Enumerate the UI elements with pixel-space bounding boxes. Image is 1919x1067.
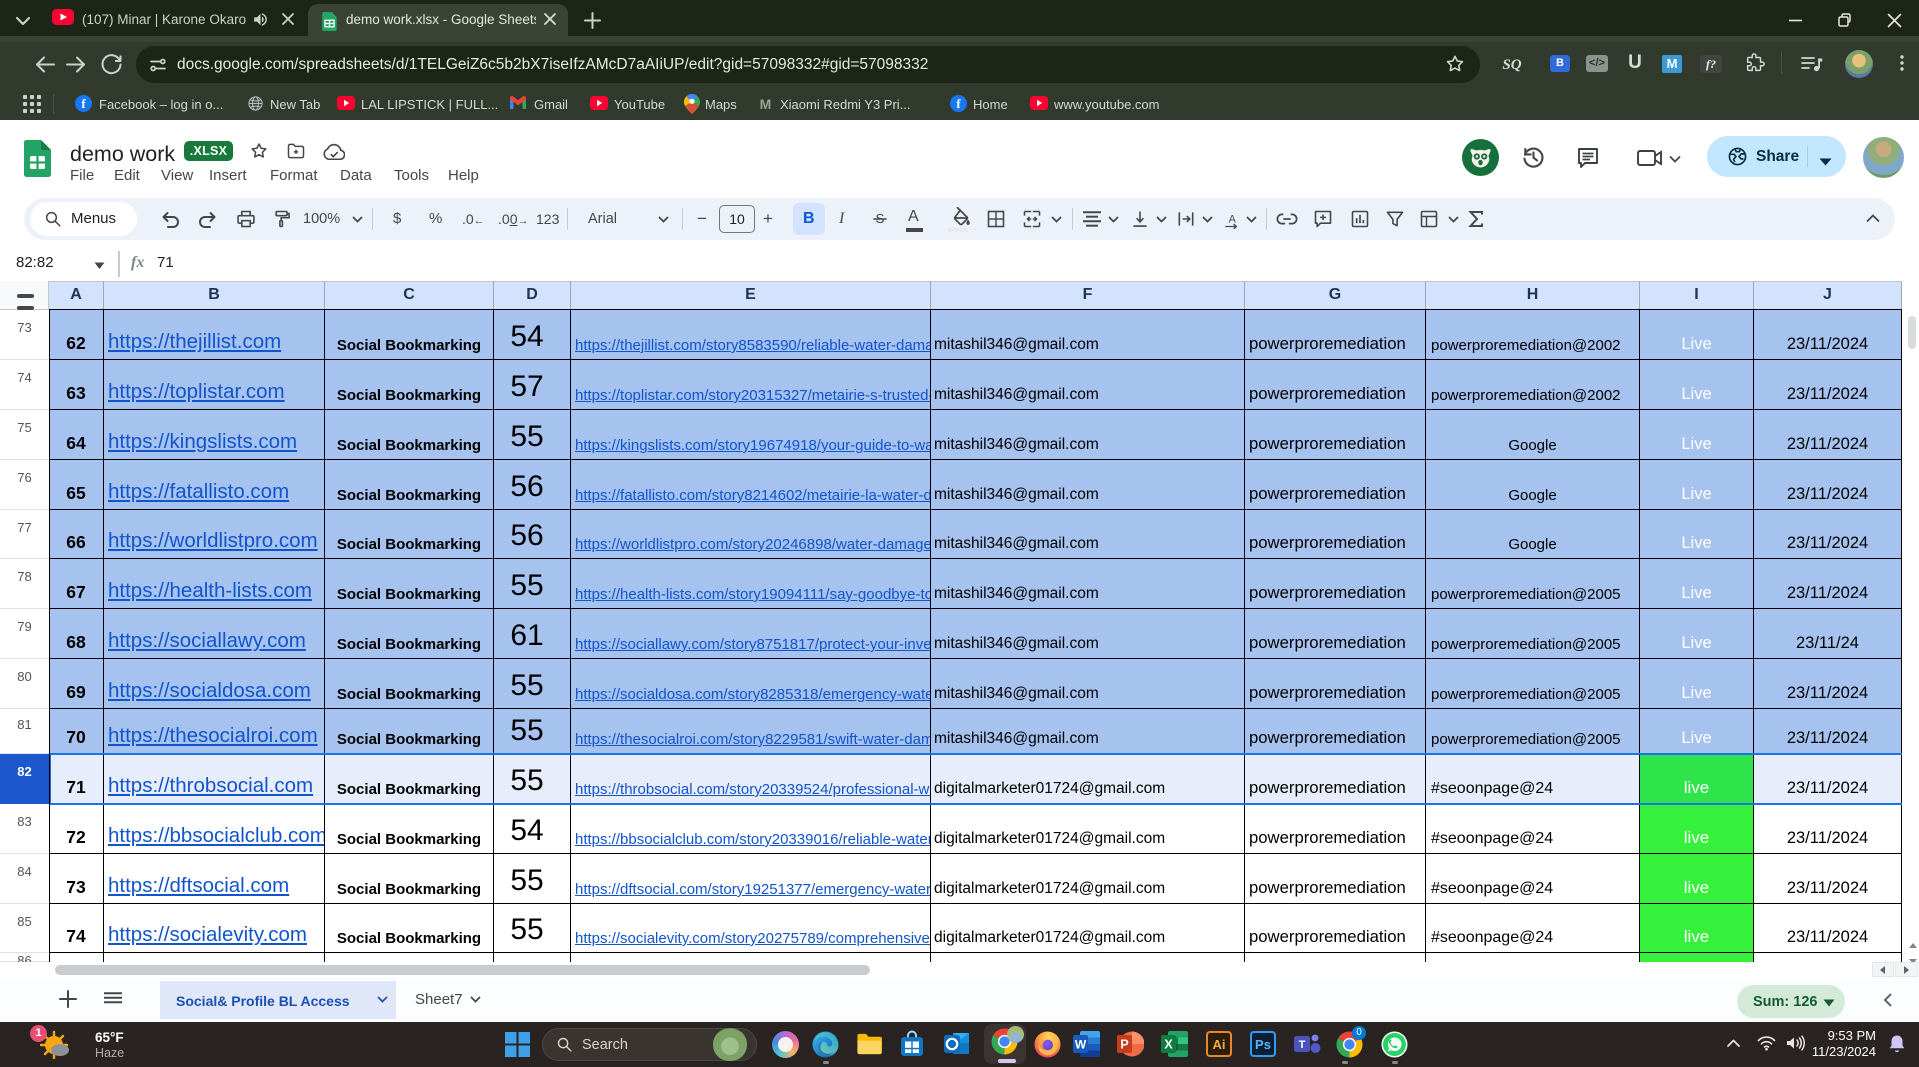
svg-text:X: X — [1164, 1038, 1173, 1052]
svg-text:SQ: SQ — [1502, 57, 1521, 73]
svg-text:T: T — [1299, 1039, 1306, 1051]
svg-text:P: P — [1120, 1038, 1128, 1052]
svg-text:A: A — [1229, 213, 1237, 225]
svg-text:W: W — [1075, 1038, 1087, 1052]
